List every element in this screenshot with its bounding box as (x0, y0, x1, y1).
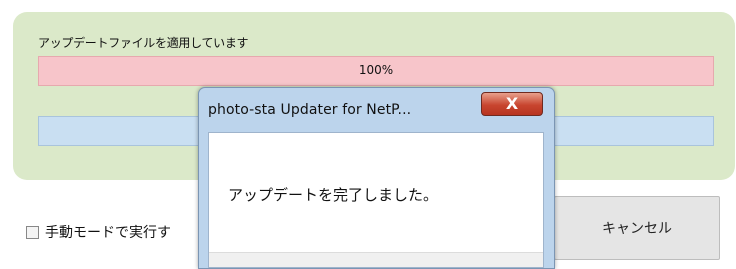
close-button[interactable]: X (481, 92, 543, 116)
cancel-button[interactable]: キャンセル (554, 196, 720, 260)
dialog-body: アップデートを完了しました。 (208, 132, 544, 268)
progress-percent: 100% (358, 63, 394, 77)
manual-mode-checkbox[interactable] (26, 225, 39, 239)
dialog-footer (209, 252, 543, 267)
manual-mode-label: 手動モードで実行す (45, 225, 171, 241)
completion-dialog: photo-sta Updater for NetP... X アップデートを完… (198, 87, 555, 269)
dialog-title: photo-sta Updater for NetP... (208, 102, 412, 118)
dialog-message: アップデートを完了しました。 (228, 186, 439, 204)
close-icon: X (505, 94, 519, 113)
progress-bar: 100% (38, 56, 714, 86)
status-label: アップデートファイルを適用しています (38, 36, 249, 50)
manual-mode-option[interactable]: 手動モードで実行す (26, 222, 171, 242)
